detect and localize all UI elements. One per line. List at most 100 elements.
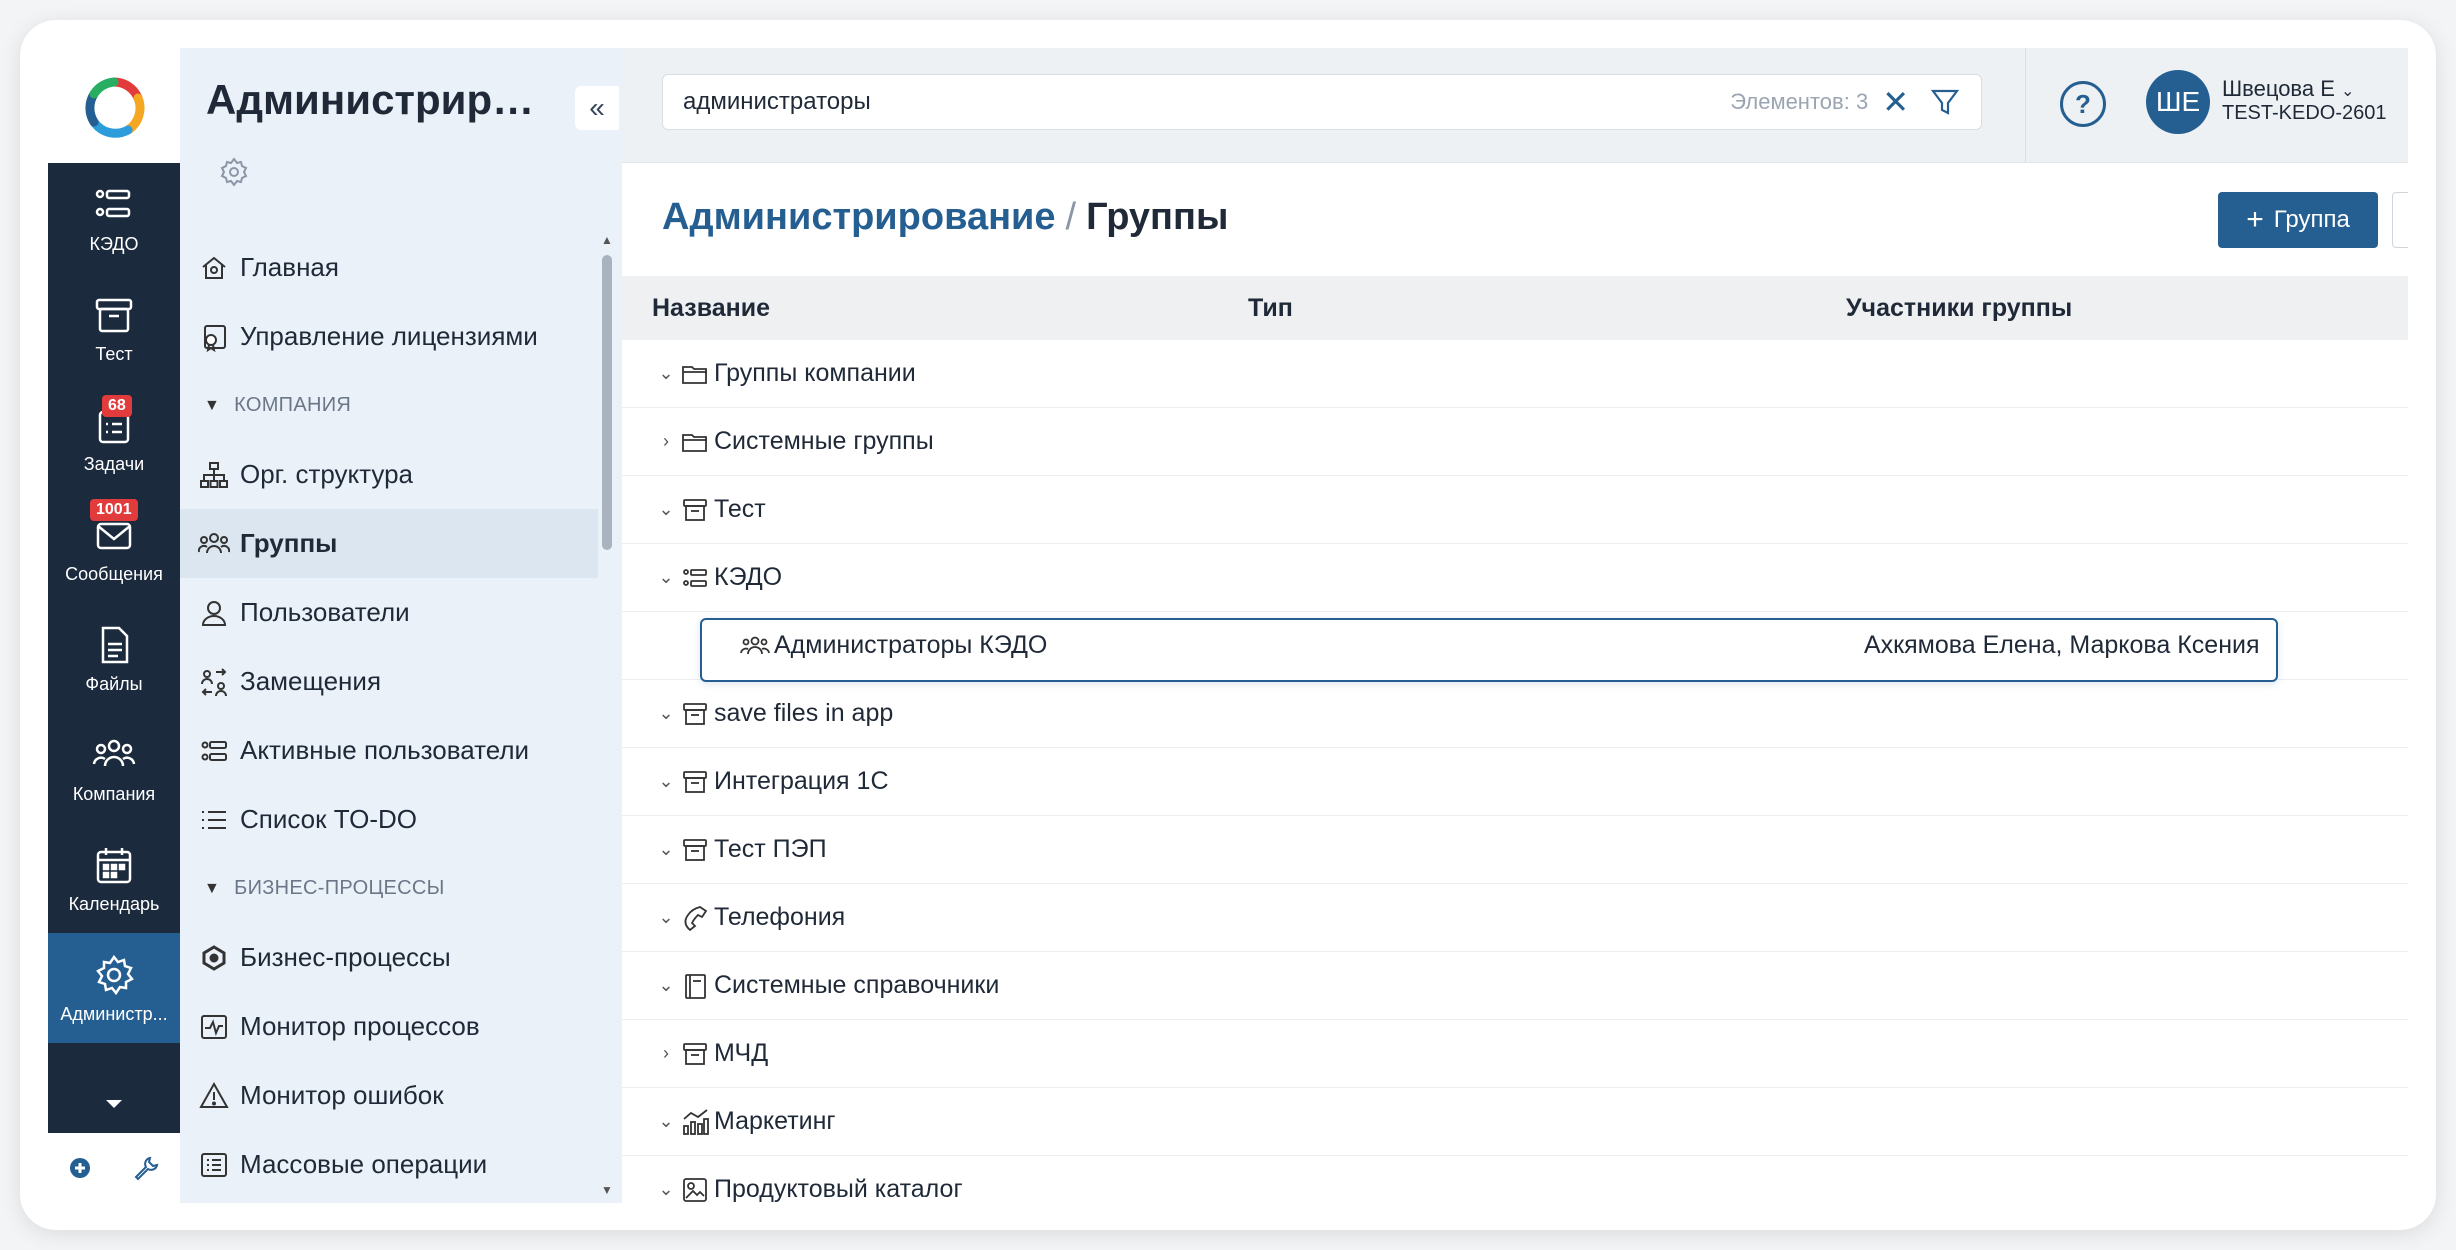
breadcrumb-separator: / xyxy=(1065,196,1077,238)
table-row-selected[interactable]: Администраторы КЭДО Ахкямова Елена, Марк… xyxy=(622,612,2408,682)
expand-chevron-icon[interactable]: › xyxy=(656,431,676,452)
table-row[interactable]: ⌄ Тест xyxy=(622,476,2408,544)
rail-more-button[interactable] xyxy=(48,1078,180,1130)
collapse-sidebar-button[interactable]: « xyxy=(575,86,619,130)
row-name: Системные справочники xyxy=(714,971,1000,999)
rail-item-test[interactable]: Тест xyxy=(48,273,180,383)
avatar[interactable]: ШЕ xyxy=(2146,70,2210,134)
row-name: КЭДО xyxy=(714,563,783,591)
warning-icon xyxy=(199,1081,229,1108)
user-name[interactable]: Швецова Е ⌄ xyxy=(2222,76,2354,102)
add-group-button[interactable]: + Группа xyxy=(2218,192,2378,248)
table-row[interactable]: ⌄ save files in app xyxy=(622,680,2408,748)
archive-box-icon xyxy=(683,498,707,521)
wrench-icon[interactable] xyxy=(132,1154,160,1182)
table-row[interactable]: ⌄ Маркетинг xyxy=(622,1088,2408,1156)
sidebar-section-company[interactable]: ▼ КОМПАНИЯ xyxy=(180,371,598,440)
sidebar-item-todo[interactable]: Список TO-DO xyxy=(180,785,598,854)
row-name: Интеграция 1С xyxy=(714,767,889,795)
expand-chevron-icon[interactable]: ⌄ xyxy=(656,839,676,860)
sidebar-item-bulk-operations[interactable]: Массовые операции xyxy=(180,1130,598,1199)
search-field[interactable]: администраторы Элементов: 3 ✕ xyxy=(662,74,1982,130)
catalog-icon xyxy=(683,1177,707,1202)
add-circle-icon[interactable] xyxy=(68,1156,92,1180)
chart-icon xyxy=(683,1108,709,1135)
list-icon xyxy=(202,810,226,829)
messages-badge: 1001 xyxy=(90,499,138,521)
user-company: TEST-KEDO-2601 xyxy=(2222,102,2387,124)
archive-box-icon xyxy=(683,770,707,793)
rail-item-admin[interactable]: Администр... xyxy=(48,933,180,1043)
add-group-label: Группа xyxy=(2273,206,2350,233)
scroll-down-icon[interactable]: ▼ xyxy=(600,1183,614,1197)
gear-icon xyxy=(96,954,134,995)
expand-chevron-icon[interactable]: ⌄ xyxy=(656,907,676,928)
logo-icon xyxy=(85,77,145,138)
rail-item-kedo[interactable]: КЭДО xyxy=(48,163,180,273)
table-row[interactable]: › Системные группы xyxy=(622,408,2408,476)
table-row[interactable]: ⌄ Интеграция 1С xyxy=(622,748,2408,816)
page-help-button[interactable]: ? xyxy=(2392,192,2408,248)
clear-search-icon[interactable]: ✕ xyxy=(1882,83,1909,121)
sidebar-item-active-users[interactable]: Активные пользователи xyxy=(180,716,598,785)
column-header-name[interactable]: Название xyxy=(652,294,770,323)
archive-box-icon xyxy=(683,838,707,861)
sidebar-item-org-structure[interactable]: Орг. структура xyxy=(180,440,598,509)
sidebar-item-label: Главная xyxy=(240,252,339,282)
expand-chevron-icon[interactable]: ⌄ xyxy=(656,975,676,996)
help-icon[interactable]: ? xyxy=(2060,81,2106,127)
search-input[interactable]: администраторы xyxy=(683,88,1730,116)
bulk-icon xyxy=(201,1152,227,1177)
rail-item-company[interactable]: Компания xyxy=(48,713,180,823)
expand-chevron-icon[interactable]: ⌄ xyxy=(656,771,676,792)
sidebar-item-label: Монитор процессов xyxy=(240,1011,480,1041)
sidebar-item-groups[interactable]: Группы xyxy=(180,509,598,578)
filter-icon[interactable] xyxy=(1929,86,1961,118)
phone-icon xyxy=(684,905,708,931)
sidebar-item-label: Управление лицензиями xyxy=(240,321,538,351)
breadcrumb[interactable]: Администрирование xyxy=(662,196,1056,238)
groups-icon xyxy=(740,636,770,654)
expand-chevron-icon[interactable]: ⌄ xyxy=(656,703,676,724)
table-row[interactable]: › МЧД xyxy=(622,1020,2408,1088)
scroll-up-icon[interactable]: ▲ xyxy=(600,233,614,247)
column-header-members[interactable]: Участники группы xyxy=(1846,294,2072,323)
table-row[interactable]: ⌄ Тест ПЭП xyxy=(622,816,2408,884)
expand-chevron-icon[interactable]: ⌄ xyxy=(656,567,676,588)
rail-item-messages[interactable]: 1001 Сообщения xyxy=(48,493,180,603)
expand-chevron-icon[interactable]: › xyxy=(656,1043,676,1064)
expand-chevron-icon[interactable]: ⌄ xyxy=(656,1179,676,1200)
rail-item-label: Сообщения xyxy=(65,563,163,584)
app: КЭДО Тест 68 Задачи 1001 Сообщения Файлы… xyxy=(48,48,2408,1203)
sidebar-item-process-monitor[interactable]: Монитор процессов xyxy=(180,992,598,1061)
sidebar-item-users[interactable]: Пользователи xyxy=(180,578,598,647)
row-name: МЧД xyxy=(714,1039,769,1067)
rail-item-files[interactable]: Файлы xyxy=(48,603,180,713)
column-header-type[interactable]: Тип xyxy=(1248,294,1293,323)
sidebar-item-home[interactable]: Главная xyxy=(180,233,598,302)
table-row[interactable]: ⌄ КЭДО xyxy=(622,544,2408,612)
row-name: Телефония xyxy=(714,903,846,931)
sidebar-settings-icon[interactable] xyxy=(218,156,250,188)
caret-down-icon: ▼ xyxy=(204,396,221,414)
sidebar-item-business-processes[interactable]: Бизнес-процессы xyxy=(180,923,598,992)
table-row[interactable]: ⌄ Продуктовый каталог xyxy=(622,1156,2408,1203)
expand-chevron-icon[interactable]: ⌄ xyxy=(656,499,676,520)
scrollbar-thumb[interactable] xyxy=(602,255,612,550)
rail-item-label: Тест xyxy=(95,343,133,364)
groups-table: ⌄ Группы компании › Системные группы ⌄ Т… xyxy=(622,340,2408,1203)
row-name: Системные группы xyxy=(714,427,934,455)
expand-chevron-icon[interactable]: ⌄ xyxy=(656,1111,676,1132)
sidebar-scrollbar[interactable]: ▲ ▼ xyxy=(600,233,614,1203)
table-row[interactable]: ⌄ Группы компании xyxy=(622,340,2408,408)
sidebar-item-error-monitor[interactable]: Монитор ошибок xyxy=(180,1061,598,1130)
sidebar-item-replacements[interactable]: Замещения xyxy=(180,647,598,716)
sidebar-item-licenses[interactable]: Управление лицензиями xyxy=(180,302,598,371)
table-header: Название Тип Участники группы xyxy=(622,276,2408,340)
sidebar-section-business[interactable]: ▼ БИЗНЕС-ПРОЦЕССЫ xyxy=(180,854,598,923)
rail-item-tasks[interactable]: 68 Задачи xyxy=(48,383,180,493)
table-row[interactable]: ⌄ Телефония xyxy=(622,884,2408,952)
expand-chevron-icon[interactable]: ⌄ xyxy=(656,363,676,384)
rail-item-calendar[interactable]: Календарь xyxy=(48,823,180,933)
table-row[interactable]: ⌄ Системные справочники xyxy=(622,952,2408,1020)
